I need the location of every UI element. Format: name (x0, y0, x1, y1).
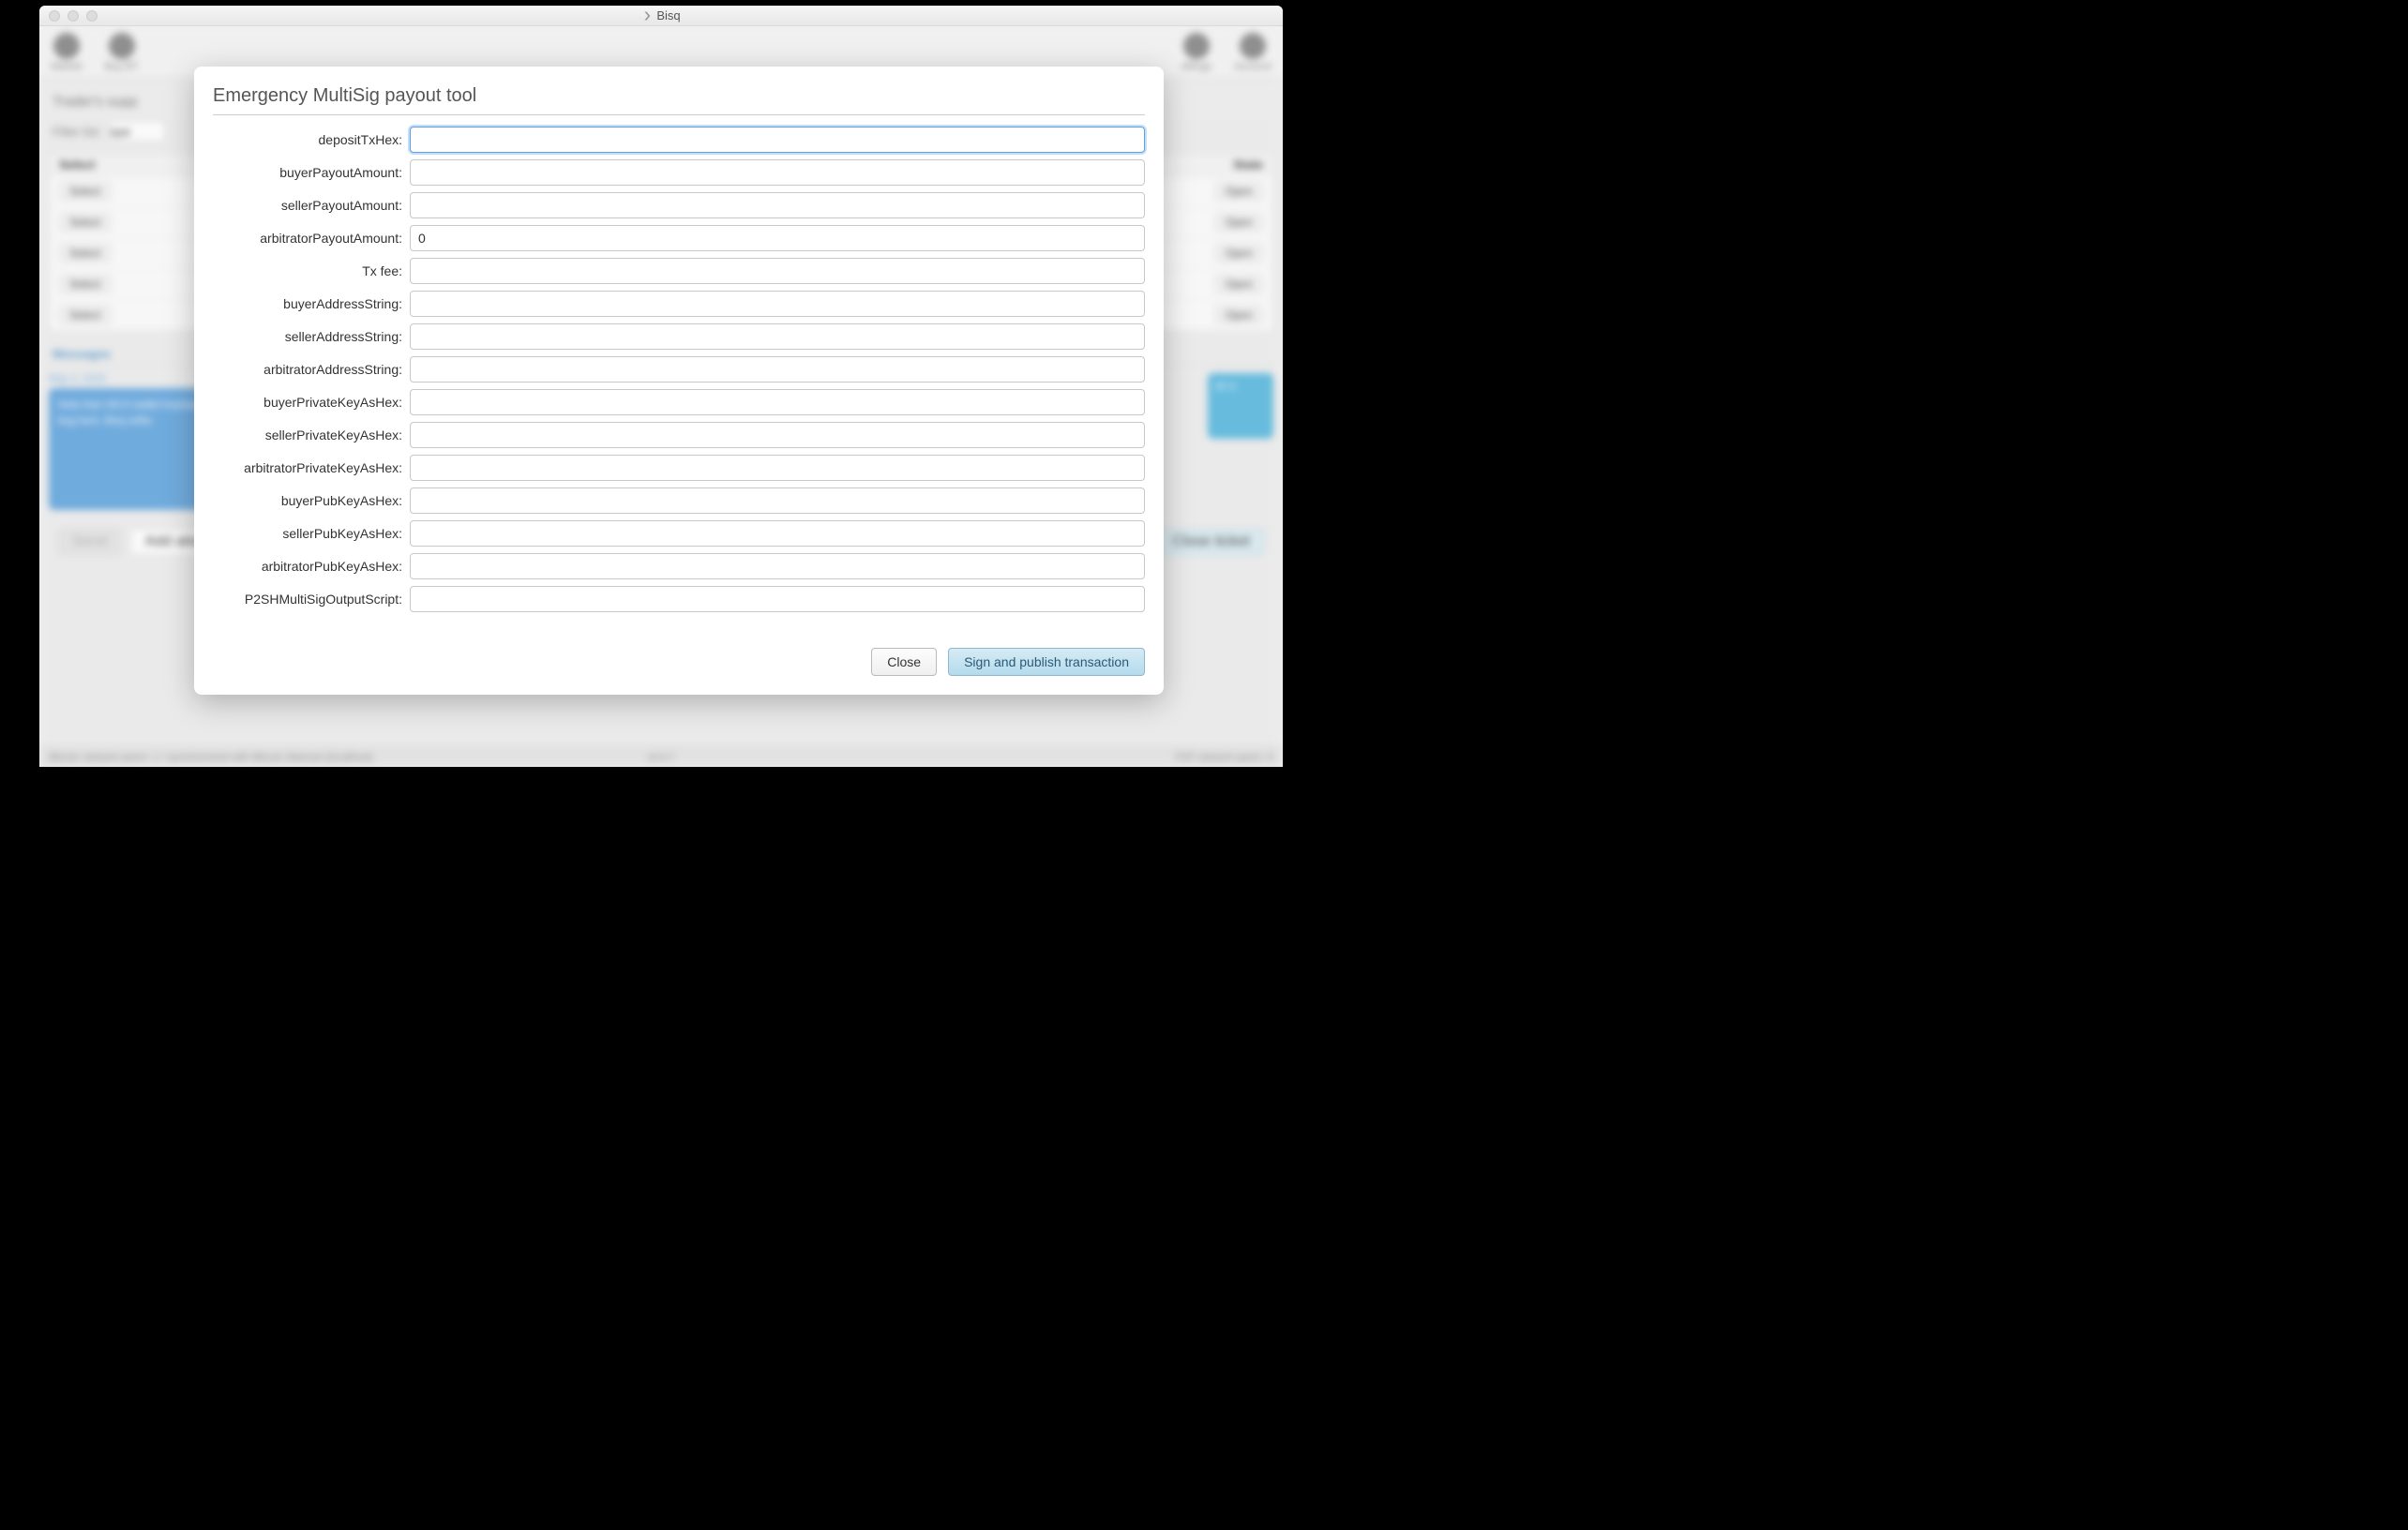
message-bubble-right: eir a (1208, 373, 1273, 439)
sellerpayoutamount-input[interactable] (410, 192, 1145, 218)
window-title-text: Bisq (656, 8, 680, 22)
buyeraddressstring-label: buyerAddressString: (213, 296, 410, 311)
form-row: sellerPubKeyAsHex: (213, 520, 1145, 547)
select-button[interactable]: Select (59, 182, 111, 201)
select-button[interactable]: Select (59, 275, 111, 293)
buyerpubkeyashex-label: buyerPubKeyAsHex: (213, 493, 410, 508)
sellerpayoutamount-label: sellerPayoutAmount: (213, 198, 410, 213)
select-button[interactable]: Select (59, 244, 111, 262)
state-button[interactable]: Open (1215, 182, 1263, 201)
th-state: State (1233, 158, 1263, 172)
sellerpubkeyashex-label: sellerPubKeyAsHex: (213, 526, 410, 541)
selleraddressstring-input[interactable] (410, 323, 1145, 350)
status-version: v0.6.7 (647, 752, 675, 763)
form-row: sellerPrivateKeyAsHex: (213, 422, 1145, 448)
state-button[interactable]: Open (1215, 244, 1263, 262)
dialog-title: Emergency MultiSig payout tool (213, 85, 1145, 115)
close-ticket-button[interactable]: Close ticket (1158, 529, 1264, 555)
payout-tool-dialog: Emergency MultiSig payout tool depositTx… (194, 67, 1164, 695)
maximize-window-icon[interactable] (86, 10, 98, 22)
filter-input[interactable] (109, 121, 165, 142)
sellerprivatekeyashex-input[interactable] (410, 422, 1145, 448)
th-select: Select (59, 158, 95, 172)
deposittxhex-input[interactable] (410, 127, 1145, 153)
status-bar: Bitcoin network peers: 1 / synchronized … (39, 746, 1283, 767)
app-icon (641, 10, 653, 22)
gear-icon (1183, 33, 1210, 59)
selleraddressstring-label: sellerAddressString: (213, 329, 410, 344)
send-button[interactable]: Send (58, 529, 121, 555)
buyerprivatekeyashex-input[interactable] (410, 389, 1145, 415)
p2shmultisigoutputscript-input[interactable] (410, 586, 1145, 612)
state-button[interactable]: Open (1215, 306, 1263, 324)
arbitratorpayoutamount-input[interactable] (410, 225, 1145, 251)
select-button[interactable]: Select (59, 213, 111, 232)
dialog-buttons: Close Sign and publish transaction (213, 648, 1145, 676)
form-row: buyerAddressString: (213, 291, 1145, 317)
globe-icon (53, 33, 80, 59)
buyerpubkeyashex-input[interactable] (410, 488, 1145, 514)
buyerprivatekeyashex-label: buyerPrivateKeyAsHex: (213, 395, 410, 410)
state-button[interactable]: Open (1215, 213, 1263, 232)
form-row: buyerPrivateKeyAsHex: (213, 389, 1145, 415)
close-button[interactable]: Close (871, 648, 937, 676)
traffic-lights (39, 10, 98, 22)
sign-publish-button[interactable]: Sign and publish transaction (948, 648, 1145, 676)
buy-icon (109, 33, 135, 59)
arbitratorpubkeyashex-label: arbitratorPubKeyAsHex: (213, 559, 410, 574)
arbitratorpayoutamount-label: arbitratorPayoutAmount: (213, 231, 410, 246)
titlebar: Bisq (39, 6, 1283, 26)
form-row: arbitratorPrivateKeyAsHex: (213, 455, 1145, 481)
arbitratorprivatekeyashex-input[interactable] (410, 455, 1145, 481)
txfee-label: Tx fee: (213, 263, 410, 278)
nav-market[interactable]: Market (51, 33, 83, 72)
nav-buy[interactable]: Buy BT (105, 33, 139, 72)
arbitratoraddressstring-label: arbitratorAddressString: (213, 362, 410, 377)
form-row: P2SHMultiSigOutputScript: (213, 586, 1145, 612)
status-btc-peers: Bitcoin network peers: 1 / synchronized … (49, 752, 373, 763)
form-row: arbitratorPubKeyAsHex: (213, 553, 1145, 579)
form-row: arbitratorPayoutAmount: (213, 225, 1145, 251)
sellerprivatekeyashex-label: sellerPrivateKeyAsHex: (213, 428, 410, 442)
deposittxhex-label: depositTxHex: (213, 132, 410, 147)
minimize-window-icon[interactable] (68, 10, 79, 22)
form-row: arbitratorAddressString: (213, 356, 1145, 382)
application-window: Bisq Market Buy BT ettings (39, 6, 1283, 767)
window-title: Bisq (641, 8, 680, 22)
filter-label: Filter list: (53, 125, 101, 139)
arbitratoraddressstring-input[interactable] (410, 356, 1145, 382)
form-row: depositTxHex: (213, 127, 1145, 153)
form-row: buyerPubKeyAsHex: (213, 488, 1145, 514)
sellerpubkeyashex-input[interactable] (410, 520, 1145, 547)
close-window-icon[interactable] (49, 10, 60, 22)
status-p2p-peers: P2P network peers: 9 (1175, 752, 1273, 763)
form-row: buyerPayoutAmount: (213, 159, 1145, 186)
p2shmultisigoutputscript-label: P2SHMultiSigOutputScript: (213, 592, 410, 607)
person-icon (1240, 33, 1266, 59)
buyerpayoutamount-label: buyerPayoutAmount: (213, 165, 410, 180)
nav-account[interactable]: Account (1234, 33, 1272, 72)
form-row: sellerAddressString: (213, 323, 1145, 350)
state-button[interactable]: Open (1215, 275, 1263, 293)
txfee-input[interactable] (410, 258, 1145, 284)
buyeraddressstring-input[interactable] (410, 291, 1145, 317)
form-row: sellerPayoutAmount: (213, 192, 1145, 218)
form-row: Tx fee: (213, 258, 1145, 284)
arbitratorpubkeyashex-input[interactable] (410, 553, 1145, 579)
arbitratorprivatekeyashex-label: arbitratorPrivateKeyAsHex: (213, 460, 410, 475)
nav-settings[interactable]: ettings (1181, 33, 1212, 72)
select-button[interactable]: Select (59, 306, 111, 324)
buyerpayoutamount-input[interactable] (410, 159, 1145, 186)
